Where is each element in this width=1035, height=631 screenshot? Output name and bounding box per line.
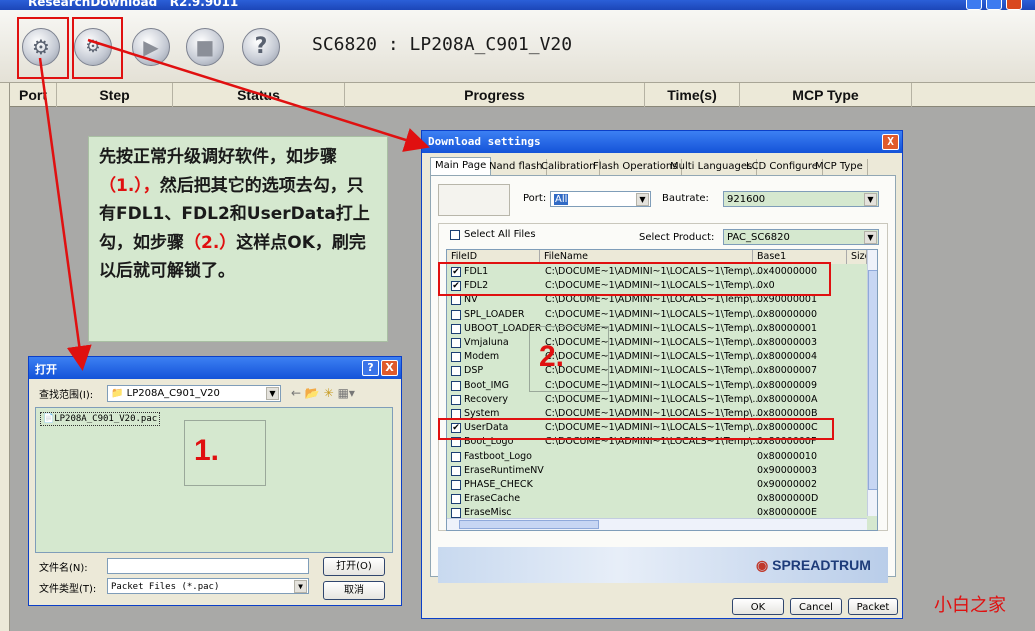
watermark: 小白之家 — [934, 595, 1006, 616]
annotation-arrows — [38, 38, 430, 371]
arrow-to-open-dialog — [38, 57, 92, 371]
arrow-to-download-dialog — [87, 38, 430, 152]
